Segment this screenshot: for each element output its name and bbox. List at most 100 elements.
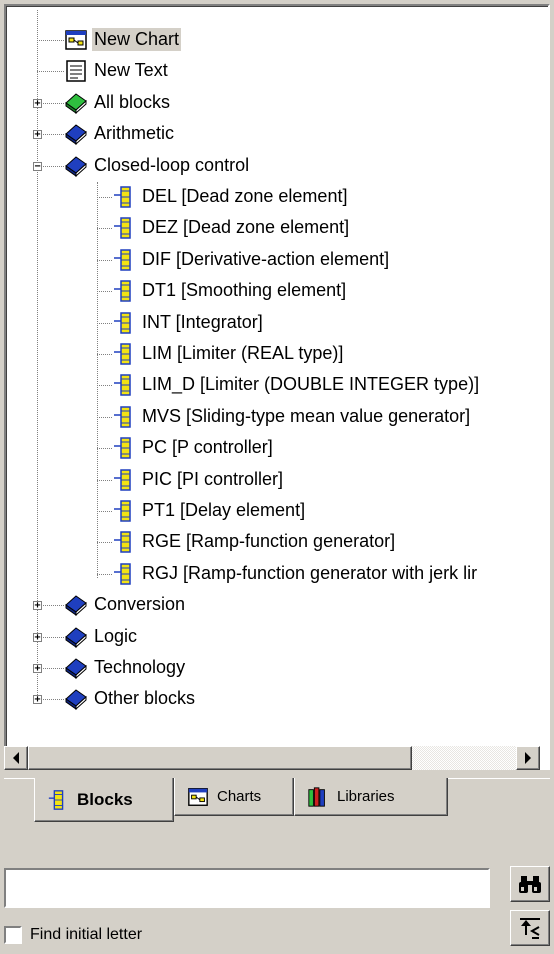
tree-item-dif[interactable]: DIF [Derivative-action element] xyxy=(6,244,546,275)
find-button[interactable] xyxy=(510,866,550,902)
block-icon xyxy=(114,500,131,522)
tree-item-label: Logic xyxy=(94,625,138,646)
tab-charts-label: Charts xyxy=(217,788,262,805)
find-upward-icon xyxy=(520,918,540,939)
tree-connector-line xyxy=(97,416,112,418)
tree-item-int[interactable]: INT [Integrator] xyxy=(6,307,546,338)
blue-book-icon xyxy=(65,155,87,177)
blue-book-icon xyxy=(65,124,87,146)
tree-item-arithmetic[interactable]: + Arithmetic xyxy=(6,118,546,149)
tree-item-dez[interactable]: DEZ [Dead zone element] xyxy=(6,212,546,243)
search-input[interactable] xyxy=(4,868,490,908)
tree-item-label: DEL [Dead zone element] xyxy=(142,186,348,206)
find-initial-letter-label: Find initial letter xyxy=(30,926,143,943)
tree-connector-line xyxy=(97,448,112,450)
chart-icon xyxy=(188,787,208,806)
tree-item-new-text[interactable]: New Text xyxy=(6,55,546,86)
scroll-left-button[interactable] xyxy=(4,746,28,770)
tree-connector-line xyxy=(97,322,112,324)
tree-item-technology[interactable]: + Technology xyxy=(6,652,546,683)
tree-item-label: DT1 [Smoothing element] xyxy=(142,280,347,301)
tab-libraries[interactable]: Libraries xyxy=(294,778,448,816)
tree-item-rgj[interactable]: RGJ [Ramp-function generator with jerk l… xyxy=(6,558,546,589)
tree-item-label: Technology xyxy=(94,657,186,677)
block-icon xyxy=(114,280,131,302)
tree-connector-line xyxy=(97,542,112,544)
tree-connector-line xyxy=(37,40,64,41)
tree-item-lim[interactable]: LIM [Limiter (REAL type)] xyxy=(6,338,546,369)
tree-item-label: Closed-loop control xyxy=(94,154,250,175)
tree-item-label: PC [P controller] xyxy=(142,437,273,458)
expand-icon[interactable]: + xyxy=(33,695,42,705)
tree-item-label: LIM_D [Limiter (DOUBLE INTEGER type)] xyxy=(142,374,480,395)
arrow-left-icon xyxy=(13,752,19,764)
tree-item-label: Conversion xyxy=(94,594,186,615)
collapse-icon[interactable]: − xyxy=(33,161,42,171)
expand-icon[interactable]: + xyxy=(33,98,42,108)
tree-item-rge[interactable]: RGE [Ramp-function generator] xyxy=(6,526,546,557)
tree-item-label: INT [Integrator] xyxy=(142,311,263,332)
block-icon xyxy=(114,311,131,334)
tree-item-mvs[interactable]: MVS [Sliding-type mean value generator] xyxy=(6,401,546,432)
tree-item-label: MVS [Sliding-type mean value generator] xyxy=(142,405,471,426)
tree-connector-line xyxy=(97,573,112,575)
blue-book-icon xyxy=(65,658,87,680)
tree-connector-line xyxy=(97,354,112,355)
horizontal-scrollbar[interactable] xyxy=(4,746,540,770)
tree-item-pc[interactable]: PC [P controller] xyxy=(6,432,546,463)
tree-connector-line xyxy=(97,291,112,293)
block-icon xyxy=(114,186,131,208)
expand-icon[interactable]: + xyxy=(33,632,42,642)
tab-charts[interactable]: Charts xyxy=(174,778,294,816)
block-icon xyxy=(114,468,131,491)
scrollbar-thumb[interactable] xyxy=(28,746,412,770)
blue-book-icon xyxy=(65,689,87,711)
block-icon xyxy=(114,343,131,365)
scroll-right-button[interactable] xyxy=(516,746,540,770)
tree-item-label: DEZ [Dead zone element] xyxy=(142,217,350,238)
tree-item-del[interactable]: DEL [Dead zone element] xyxy=(6,181,546,212)
tree-connector-line xyxy=(97,259,112,261)
block-icon xyxy=(48,789,64,810)
tree-item-new-chart[interactable]: New Chart xyxy=(6,24,546,55)
block-tree: New Chart New Text + All blocks + Arithmetic −… xyxy=(6,6,548,736)
expand-icon[interactable]: + xyxy=(33,130,42,140)
tree-item-label: LIM [Limiter (REAL type)] xyxy=(142,343,344,363)
tree-item-label: PT1 [Delay element] xyxy=(142,500,306,520)
find-up-button[interactable] xyxy=(510,910,550,946)
tree-item-dt1[interactable]: DT1 [Smoothing element] xyxy=(6,275,546,306)
tree-item-logic[interactable]: + Logic xyxy=(6,621,546,652)
expand-icon[interactable]: + xyxy=(33,664,42,674)
scrollbar-track[interactable] xyxy=(28,746,516,770)
expand-icon[interactable]: + xyxy=(33,601,42,611)
block-icon xyxy=(114,406,131,428)
libraries-icon xyxy=(308,786,325,807)
tree-connector-line xyxy=(97,479,112,481)
tree-item-all-blocks[interactable]: + All blocks xyxy=(6,87,546,118)
blue-book-icon xyxy=(65,595,87,617)
tree-item-conversion[interactable]: + Conversion xyxy=(6,589,546,620)
tree-item-other-blocks[interactable]: + Other blocks xyxy=(6,683,546,714)
block-icon xyxy=(114,374,131,397)
tree-item-label: All blocks xyxy=(94,91,171,112)
tab-libraries-label: Libraries xyxy=(337,788,395,805)
chart-icon xyxy=(65,30,87,50)
tree-item-label: Other blocks xyxy=(94,688,196,709)
tree-connector-line xyxy=(37,71,64,73)
block-icon xyxy=(114,249,131,271)
tree-item-pt1[interactable]: PT1 [Delay element] xyxy=(6,495,546,526)
find-initial-letter-checkbox[interactable] xyxy=(4,926,22,944)
tab-blocks-label: Blocks xyxy=(77,789,133,809)
tree-connector-line xyxy=(97,228,112,230)
tree-connector-line xyxy=(97,197,112,198)
block-icon xyxy=(114,437,131,459)
tree-item-label: Arithmetic xyxy=(94,123,175,144)
tree-item-label: PIC [PI controller] xyxy=(142,468,284,489)
arrow-right-icon xyxy=(525,752,531,764)
binoculars-icon xyxy=(519,876,541,893)
tree-item-pic[interactable]: PIC [PI controller] xyxy=(6,464,546,495)
tree-view[interactable]: New Chart New Text + All blocks + Arithmetic −… xyxy=(4,4,550,770)
tree-item-lim-d[interactable]: LIM_D [Limiter (DOUBLE INTEGER type)] xyxy=(6,369,546,400)
tab-blocks[interactable]: Blocks xyxy=(34,778,174,822)
tree-item-closed-loop-control[interactable]: − Closed-loop control xyxy=(6,150,546,181)
